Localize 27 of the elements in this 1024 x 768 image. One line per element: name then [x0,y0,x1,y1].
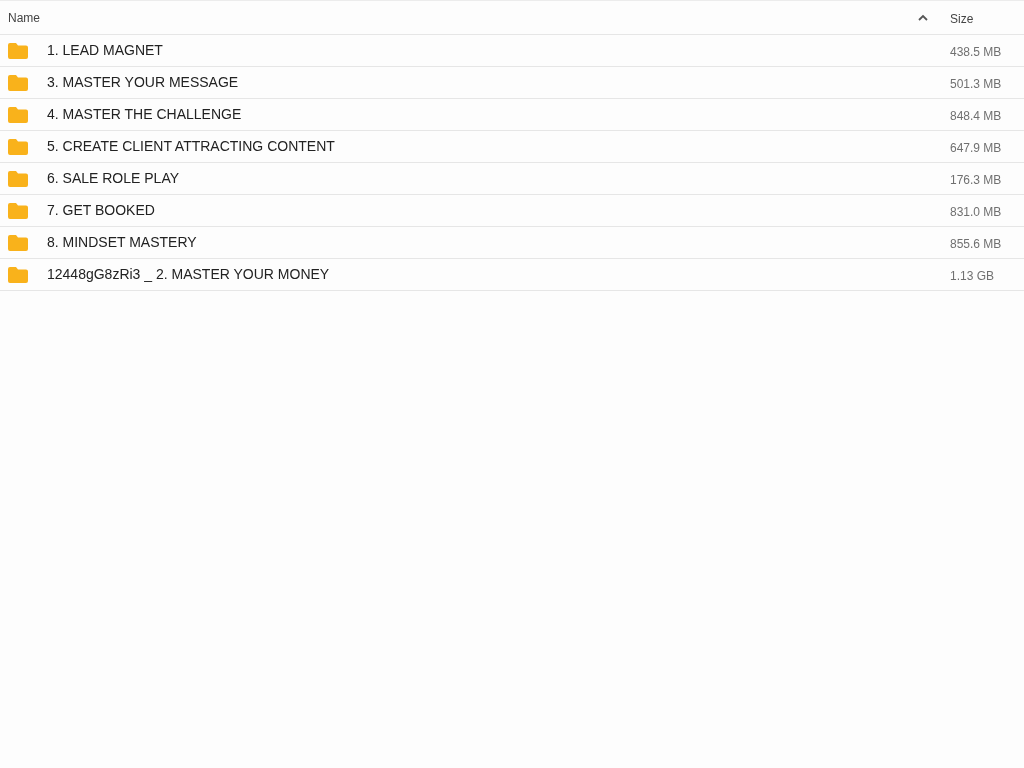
file-size: 438.5 MB [950,44,1002,59]
column-header[interactable]: Name [8,8,40,27]
file-name[interactable]: 12448gG8zRi3 _ 2. MASTER YOUR MONEY [47,264,330,285]
sort-caret-icon[interactable] [918,14,928,21]
file-size: 501.3 MB [950,76,1002,91]
file-name[interactable]: 1. LEAD MAGNET [47,40,163,61]
folder-icon [8,138,28,155]
folder-icon [8,202,28,219]
file-size: 647.9 MB [950,140,1002,155]
folder-icon [8,234,28,251]
file-size: 848.4 MB [950,108,1002,123]
file-name[interactable]: 5. CREATE CLIENT ATTRACTING CONTENT [47,136,335,157]
file-name[interactable]: 7. GET BOOKED [47,200,155,221]
folder-icon [8,170,28,187]
file-name[interactable]: 8. MINDSET MASTERY [47,232,197,253]
file-size: 855.6 MB [950,236,1002,251]
folder-icon [8,106,28,123]
file-size: 176.3 MB [950,172,1002,187]
column-header[interactable]: Size [950,11,974,26]
folder-icon [8,74,28,91]
file-name[interactable]: 3. MASTER YOUR MESSAGE [47,72,239,93]
file-name[interactable]: 4. MASTER THE CHALLENGE [47,104,242,125]
folder-icon [8,266,28,283]
folder-icon [8,42,28,59]
file-size: 831.0 MB [950,204,1002,219]
file-size: 1.13 GB [950,268,995,283]
file-name[interactable]: 6. SALE ROLE PLAY [47,168,180,189]
